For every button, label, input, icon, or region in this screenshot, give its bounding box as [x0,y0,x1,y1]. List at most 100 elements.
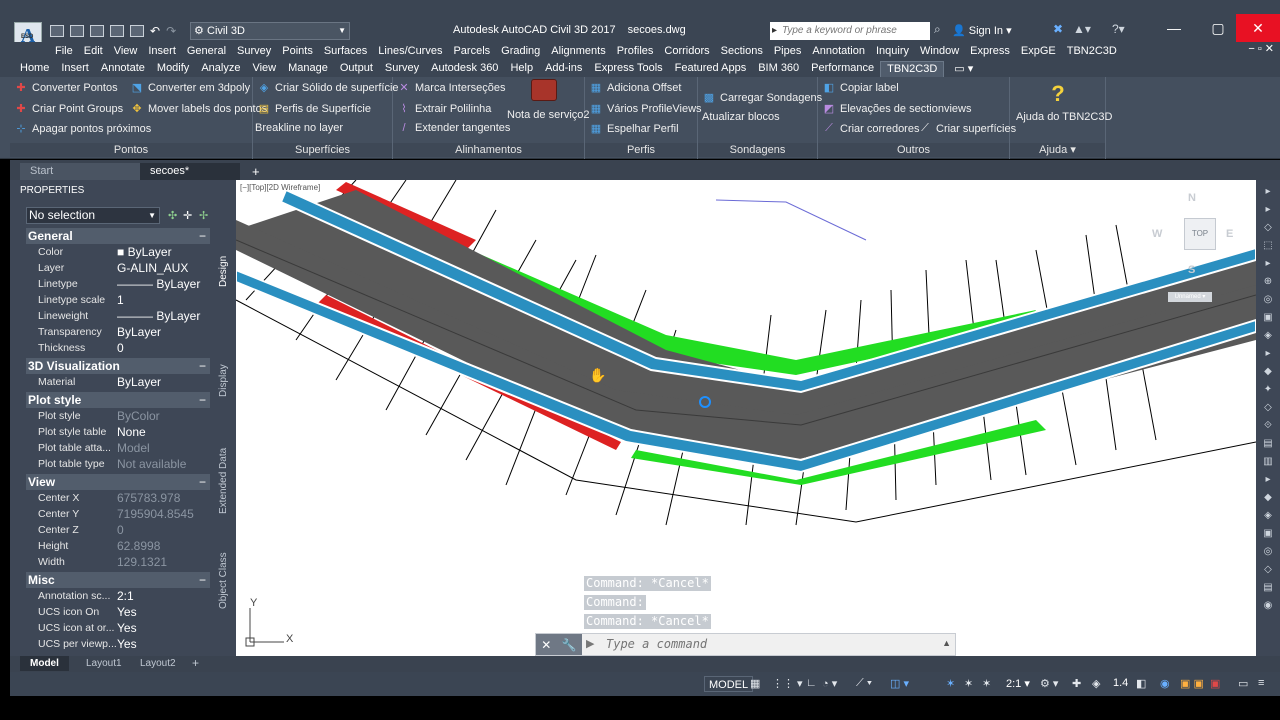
property-value[interactable]: Yes [117,604,212,620]
clean-screen-icon[interactable]: ▭ [1238,677,1248,690]
property-section-header[interactable]: General [26,228,210,244]
property-row[interactable]: Center Y 7195904.8545 [26,506,210,522]
carregar-sondagens-button[interactable]: ▩ Carregar Sondagens [702,91,822,105]
navigation-tool-icon[interactable]: ▸ [1261,348,1275,360]
tab-autodesk-360[interactable]: Autodesk 360 [425,61,504,77]
viewcube[interactable]: N W E S TOP Unnamed ▾ [1148,192,1238,302]
menu-edit[interactable]: Edit [84,45,103,57]
auto-scale-icon[interactable]: ✶ [964,677,973,690]
property-row[interactable]: Lineweight ——— ByLayer [26,308,210,324]
menu-corridors[interactable]: Corridors [664,45,709,57]
tab-insert[interactable]: Insert [55,61,95,77]
property-row[interactable]: Material ByLayer [26,374,210,390]
property-value[interactable]: ByLayer [117,374,212,390]
anno-value[interactable]: 1.4 [1113,677,1128,689]
converter-pontos-button[interactable]: ✚ Converter Pontos [14,81,117,95]
mover-labels-button[interactable]: ✥ Mover labels dos pontos [130,102,267,116]
menu-expge[interactable]: ExpGE [1021,45,1056,57]
help-icon[interactable]: ?▾ [1112,22,1125,36]
property-row[interactable]: Height 62.8998 [26,538,210,554]
open-icon[interactable] [70,25,84,37]
menu-tbn2c3d[interactable]: TBN2C3D [1067,45,1117,57]
isolate-objects-icon[interactable]: ◈ [1092,677,1100,690]
apagar-pontos-button[interactable]: ⊹ Apagar pontos próximos [14,122,151,136]
navigation-tool-icon[interactable]: ▥ [1261,456,1275,468]
property-value[interactable]: Yes [117,636,212,652]
model-space-toggle[interactable]: MODEL [704,676,754,692]
menu-surfaces[interactable]: Surfaces [324,45,367,57]
property-value[interactable]: ——— ByLayer [117,308,212,324]
annotation-scale-dropdown[interactable]: 2:1 ▾ [1006,677,1030,690]
close-icon[interactable]: ✕ [541,638,551,652]
sign-in-button[interactable]: 👤 Sign In ▾ [952,24,1012,37]
save-as-icon[interactable] [110,25,124,37]
menu-express[interactable]: Express [970,45,1010,57]
property-value[interactable]: Not available [117,456,212,472]
tab-help[interactable]: Help [504,61,539,77]
property-value[interactable]: ■ ByLayer [117,244,212,260]
property-value[interactable]: Yes [117,620,212,636]
navigation-tool-icon[interactable]: ◇ [1261,402,1275,414]
ucs-menu[interactable]: Unnamed ▾ [1168,292,1212,302]
breakline-button[interactable]: Breakline no layer [255,122,343,134]
tab-tbn2c3d[interactable]: TBN2C3D [880,61,945,77]
criar-solido-button[interactable]: ◈ Criar Sólido de superfície [257,81,399,95]
property-section-header[interactable]: View [26,474,210,490]
navigation-tool-icon[interactable]: ◇ [1261,222,1275,234]
snap-icon[interactable]: ⋮⋮ ▾ [772,677,803,690]
navigation-tool-icon[interactable]: ▣ [1261,528,1275,540]
elevacoes-button[interactable]: ◩ Elevações de sectionviews [822,102,972,116]
menu-alignments[interactable]: Alignments [551,45,605,57]
isolate-icon[interactable]: ▣ ▣ [1180,677,1204,690]
customization-icon[interactable]: ≡ [1258,677,1264,689]
select-objects-icon[interactable]: ✛ [183,209,192,222]
close-button[interactable]: ✕ [1236,14,1280,42]
gear-icon[interactable]: ⚙ ▾ [1040,677,1058,690]
criar-superficies-button[interactable]: ⟋ Criar superfícies [918,122,1016,135]
wrench-icon[interactable]: 🔧 [562,638,577,652]
property-value[interactable]: ByLayer [117,324,212,340]
navigation-tool-icon[interactable]: ◉ [1261,600,1275,612]
annotation-visibility-icon[interactable]: ✶ [946,677,955,690]
navigation-tool-icon[interactable]: ✦ [1261,384,1275,396]
save-icon[interactable] [90,25,104,37]
navigation-tool-icon[interactable]: ▤ [1261,438,1275,450]
nota-de-servico-button[interactable]: Nota de serviço2 [507,109,590,121]
menu-pipes[interactable]: Pipes [774,45,802,57]
tab-bim-360[interactable]: BIM 360 [752,61,805,77]
atualizar-blocos-button[interactable]: Atualizar blocos [702,111,780,123]
ribbon-minimize-toggle[interactable]: ▭ ▾ [954,62,973,77]
search-icon[interactable]: ⌕ [934,22,941,37]
navigation-tool-icon[interactable]: ◆ [1261,366,1275,378]
tab-start[interactable]: Start [20,163,140,180]
navigation-tool-icon[interactable]: ◆ [1261,492,1275,504]
property-value[interactable]: 0 [117,522,212,538]
property-value[interactable]: ——— ByLayer [117,276,212,292]
criar-point-groups-button[interactable]: ✚ Criar Point Groups [14,102,123,116]
property-value[interactable]: G-ALIN_AUX [117,260,212,276]
property-value[interactable]: ByColor [117,408,212,424]
ajuda-tbn2c3d-button[interactable]: Ajuda do TBN2C3D [1016,111,1112,123]
varios-profileviews-button[interactable]: ▦ Vários ProfileViews [589,102,702,116]
navigation-tool-icon[interactable]: ◈ [1261,510,1275,522]
navigation-tool-icon[interactable]: ▸ [1261,186,1275,198]
extrair-polilinha-button[interactable]: ⌇ Extrair Polilinha [397,102,491,116]
ortho-icon[interactable]: ∟ [806,677,817,689]
workspace-icon[interactable]: ▣ [1210,677,1220,690]
selection-dropdown[interactable]: No selection ▼ [26,207,160,224]
tab-secoes[interactable]: secoes* [140,163,240,180]
hardware-acceleration-icon[interactable]: ◉ [1160,677,1170,690]
property-row[interactable]: Plot style table None [26,424,210,440]
property-value[interactable]: 675783.978 [117,490,212,506]
property-value[interactable]: 62.8998 [117,538,212,554]
adiciona-offset-button[interactable]: ▦ Adiciona Offset [589,81,682,95]
tab-view[interactable]: View [246,61,282,77]
search-input[interactable]: Type a keyword or phrase [770,22,930,40]
copiar-label-button[interactable]: ◧ Copiar label [822,81,899,95]
redo-icon[interactable]: ↷ [166,24,176,38]
tab-manage[interactable]: Manage [282,61,334,77]
navigation-tool-icon[interactable]: ▣ [1261,312,1275,324]
quick-select-icon[interactable]: ✢ [199,209,208,222]
maximize-button[interactable]: ▢ [1196,14,1240,42]
navigation-tool-icon[interactable]: ◈ [1261,330,1275,342]
